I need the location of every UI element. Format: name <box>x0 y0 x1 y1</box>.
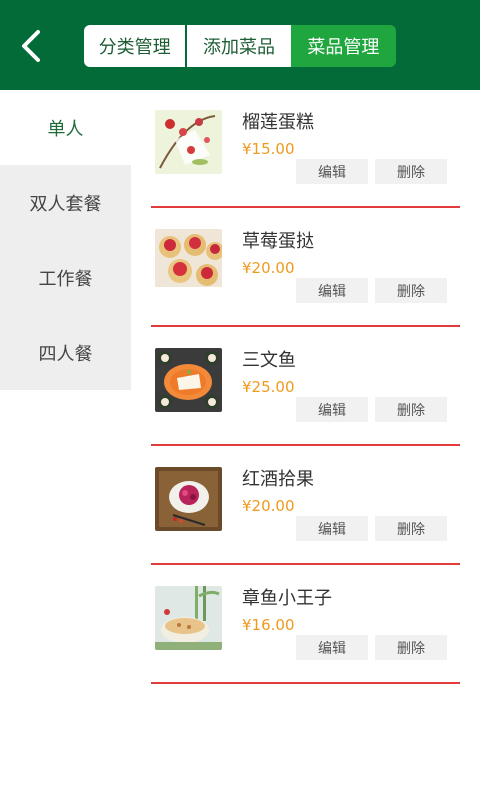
dish-name: 榴莲蛋糕 <box>242 112 314 133</box>
tab-category-management[interactable]: 分类管理 <box>84 25 186 67</box>
list-item: 红酒拾果 ¥20.00 编辑 删除 <box>131 447 480 566</box>
delete-button[interactable]: 删除 <box>375 516 447 541</box>
edit-button[interactable]: 编辑 <box>296 278 368 303</box>
category-sidebar: 单人 双人套餐 工作餐 四人餐 <box>0 90 131 390</box>
chevron-left-icon <box>22 30 40 62</box>
delete-button[interactable]: 删除 <box>375 278 447 303</box>
divider <box>151 325 460 327</box>
delete-button[interactable]: 删除 <box>375 159 447 184</box>
divider <box>151 444 460 446</box>
divider <box>151 206 460 208</box>
dish-name: 草莓蛋挞 <box>242 231 314 252</box>
list-item: 榴莲蛋糕 ¥15.00 编辑 删除 <box>131 90 480 209</box>
sidebar-item-single[interactable]: 单人 <box>0 90 131 165</box>
back-button[interactable] <box>14 28 50 64</box>
dish-image <box>155 229 222 293</box>
dish-price: ¥16.00 <box>242 616 295 634</box>
delete-button[interactable]: 删除 <box>375 635 447 660</box>
segmented-tabs: 分类管理 添加菜品 菜品管理 <box>84 25 396 67</box>
dish-price: ¥20.00 <box>242 497 295 515</box>
divider <box>151 563 460 565</box>
dish-price: ¥20.00 <box>242 259 295 277</box>
delete-button[interactable]: 删除 <box>375 397 447 422</box>
dish-image <box>155 586 222 650</box>
edit-button[interactable]: 编辑 <box>296 635 368 660</box>
edit-button[interactable]: 编辑 <box>296 516 368 541</box>
sidebar-item-four-person[interactable]: 四人餐 <box>0 315 131 390</box>
edit-button[interactable]: 编辑 <box>296 159 368 184</box>
dish-name: 红酒拾果 <box>242 469 314 490</box>
tab-dish-management[interactable]: 菜品管理 <box>290 25 396 67</box>
dish-image <box>155 348 222 412</box>
dish-price: ¥25.00 <box>242 378 295 396</box>
list-item: 草莓蛋挞 ¥20.00 编辑 删除 <box>131 209 480 328</box>
dish-name: 章鱼小王子 <box>242 588 332 609</box>
list-item: 章鱼小王子 ¥16.00 编辑 删除 <box>131 566 480 685</box>
app-header: 分类管理 添加菜品 菜品管理 <box>0 0 480 90</box>
dish-name: 三文鱼 <box>242 350 296 371</box>
dish-list: 榴莲蛋糕 ¥15.00 编辑 删除 草莓蛋挞 ¥20.00 编辑 删除 三文鱼 … <box>131 90 480 685</box>
divider <box>151 682 460 684</box>
sidebar-item-work-meal[interactable]: 工作餐 <box>0 240 131 315</box>
sidebar-item-double-set[interactable]: 双人套餐 <box>0 165 131 240</box>
dish-price: ¥15.00 <box>242 140 295 158</box>
dish-image <box>155 467 222 531</box>
dish-image <box>155 110 222 174</box>
tab-add-dish[interactable]: 添加菜品 <box>185 25 291 67</box>
list-item: 三文鱼 ¥25.00 编辑 删除 <box>131 328 480 447</box>
edit-button[interactable]: 编辑 <box>296 397 368 422</box>
